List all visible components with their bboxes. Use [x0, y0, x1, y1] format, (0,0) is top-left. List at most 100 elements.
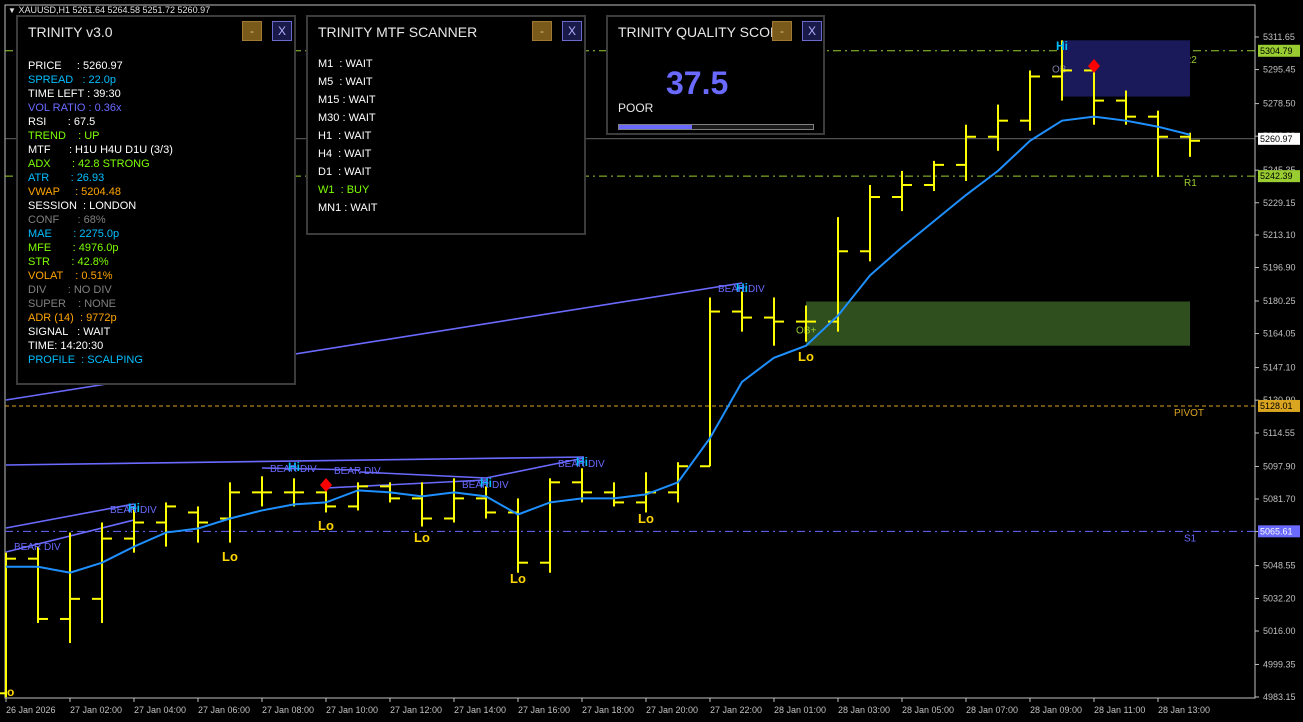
price-tick-label: 5016.00: [1263, 626, 1296, 636]
time-tick-label: 27 Jan 18:00: [582, 705, 634, 715]
trinity-stat-row: ATR : 26.93: [28, 172, 105, 184]
trinity-panel[interactable]: TRINITY v3.0 - X PRICE : 5260.97 SPREAD :…: [16, 15, 296, 385]
price-tick-label: 5311.65: [1263, 32, 1295, 42]
current-price-tag-label: 5260.97: [1260, 134, 1293, 144]
lo-label: Lo: [638, 511, 654, 526]
time-tick-label: 28 Jan 07:00: [966, 705, 1018, 715]
quality-score-value: 37.5: [666, 65, 729, 101]
trinity-stat-row: MFE : 4976.0p: [28, 242, 119, 254]
mtf-timeframe-row: M5 : WAIT: [318, 76, 373, 88]
trinity-stat-row: VOLAT : 0.51%: [28, 270, 113, 282]
time-tick-label: 27 Jan 16:00: [518, 705, 570, 715]
quality-progress-bar: [618, 124, 814, 130]
mtf-timeframe-row: M15 : WAIT: [318, 94, 376, 106]
time-tick-label: 27 Jan 20:00: [646, 705, 698, 715]
mtf-timeframe-row: W1 : BUY: [318, 184, 370, 196]
time-tick-label: 27 Jan 02:00: [70, 705, 122, 715]
lo-label: Lo: [510, 571, 526, 586]
price-tick-label: 5213.10: [1263, 230, 1296, 240]
price-tick-label: 5295.45: [1263, 65, 1296, 75]
trinity-minimize-button[interactable]: -: [242, 21, 262, 41]
lo-label-edge: o: [7, 685, 14, 699]
bear-div-label: BEAR DIV: [270, 464, 317, 475]
time-tick-label: 26 Jan 2026: [6, 705, 56, 715]
mtf-timeframe-row: D1 : WAIT: [318, 166, 372, 178]
trinity-stat-row: ADX : 42.8 STRONG: [28, 158, 150, 170]
quality-progress-fill: [619, 125, 692, 129]
r1-price-tag-label: 5242.39: [1260, 171, 1293, 181]
trinity-panel-title: TRINITY v3.0: [28, 24, 113, 40]
time-tick-label: 28 Jan 11:00: [1094, 705, 1145, 715]
trinity-stat-row: DIV : NO DIV: [28, 284, 112, 296]
quality-minimize-button[interactable]: -: [772, 21, 792, 41]
price-tick-label: 5048.55: [1263, 561, 1296, 571]
price-tick-label: 5147.10: [1263, 363, 1296, 373]
quality-panel-title: TRINITY QUALITY SCORE: [618, 24, 790, 40]
lo-label: Lo: [414, 530, 430, 545]
mtf-timeframe-row: H4 : WAIT: [318, 148, 372, 160]
trinity-stat-row: TIME: 14:20:30: [28, 340, 104, 352]
trinity-stat-row: STR : 42.8%: [28, 256, 109, 268]
time-tick-label: 27 Jan 12:00: [390, 705, 442, 715]
mtf-close-button[interactable]: X: [562, 21, 582, 41]
mtf-scanner-panel[interactable]: TRINITY MTF SCANNER - X M1 : WAIT M5 : WA…: [306, 15, 586, 235]
mtf-timeframe-row: MN1 : WAIT: [318, 202, 378, 214]
mtf-minimize-button[interactable]: -: [532, 21, 552, 41]
bear-div-label: BEAR DIV: [462, 480, 509, 491]
price-tick-label: 4999.35: [1263, 659, 1296, 669]
bear-div-label: BEAR DIV: [558, 459, 605, 470]
ob-minus-zone: [1062, 40, 1190, 97]
trinity-stat-row: VOL RATIO : 0.36x: [28, 102, 122, 114]
trinity-stat-row: PRICE : 5260.97: [28, 60, 123, 72]
r2-price-tag-label: 5304.79: [1260, 46, 1293, 56]
bear-div-label: BEAR DIV: [718, 284, 765, 295]
price-tick-label: 5229.15: [1263, 198, 1296, 208]
trinity-stat-row: SPREAD : 22.0p: [28, 74, 117, 86]
price-tick-label: 5032.20: [1263, 593, 1296, 603]
time-tick-label: 28 Jan 09:00: [1030, 705, 1082, 715]
bear-div-label: BEAR DIV: [110, 505, 157, 516]
lo-label: Lo: [798, 349, 814, 364]
price-tick-label: 5196.90: [1263, 263, 1296, 273]
quality-close-button[interactable]: X: [802, 21, 822, 41]
mtf-panel-title: TRINITY MTF SCANNER: [318, 24, 478, 40]
price-tick-label: 5164.05: [1263, 329, 1296, 339]
trinity-stat-row: MAE : 2275.0p: [28, 228, 120, 240]
trinity-stat-row: RSI : 67.5: [28, 116, 96, 128]
time-tick-label: 28 Jan 13:00: [1158, 705, 1210, 715]
time-tick-label: 27 Jan 08:00: [262, 705, 314, 715]
s1-label: S1: [1184, 533, 1197, 544]
trinity-stats-list: PRICE : 5260.97 SPREAD : 22.0p TIME LEFT :…: [28, 59, 173, 367]
bear-div-label: BEAR DIV: [14, 542, 61, 553]
trinity-stat-row: SESSION : LONDON: [28, 200, 137, 212]
mtf-timeframe-list: M1 : WAIT M5 : WAIT M15 : WAIT M30 : WAIT H1…: [318, 55, 377, 217]
lo-label: Lo: [318, 518, 334, 533]
sell-signal-marker: [320, 478, 332, 492]
pivot-label: PIVOT: [1174, 408, 1204, 419]
mtf-timeframe-row: H1 : WAIT: [318, 130, 372, 142]
time-tick-label: 27 Jan 06:00: [198, 705, 250, 715]
ob-plus-zone: [806, 301, 1190, 346]
quality-score-panel[interactable]: TRINITY QUALITY SCORE - X 37.5 POOR: [606, 15, 825, 135]
time-tick-label: 27 Jan 04:00: [134, 705, 186, 715]
trinity-close-button[interactable]: X: [272, 21, 292, 41]
bear-div-label: BEAR DIV: [334, 466, 381, 477]
price-tick-label: 5180.25: [1263, 296, 1296, 306]
price-tick-label: 5097.90: [1263, 461, 1296, 471]
symbol-header: ▼ XAUUSD,H1 5261.64 5264.58 5251.72 5260…: [8, 5, 210, 15]
trinity-stat-row: PROFILE : SCALPING: [28, 354, 143, 366]
trinity-stat-row: ADR (14) : 9772p: [28, 312, 117, 324]
pivot-price-tag-label: 5128.01: [1260, 401, 1293, 411]
time-tick-label: 28 Jan 03:00: [838, 705, 890, 715]
time-tick-label: 28 Jan 05:00: [902, 705, 954, 715]
header-caret-icon[interactable]: ▼: [8, 6, 16, 15]
r1-label: R1: [1184, 178, 1197, 189]
hi-label: Hi: [1056, 39, 1068, 53]
mtf-timeframe-row: M30 : WAIT: [318, 112, 376, 124]
time-tick-label: 27 Jan 22:00: [710, 705, 762, 715]
lo-label: Lo: [222, 549, 238, 564]
time-tick-label: 27 Jan 10:00: [326, 705, 378, 715]
symbol-ohlc: XAUUSD,H1 5261.64 5264.58 5251.72 5260.9…: [18, 5, 211, 15]
s1-price-tag-label: 5065.61: [1260, 526, 1293, 536]
price-tick-label: 4983.15: [1263, 692, 1296, 702]
